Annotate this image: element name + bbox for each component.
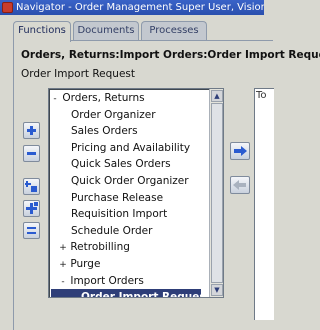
tab-processes[interactable]: Processes <box>141 21 207 41</box>
window-title: Navigator - Order Management Super User,… <box>16 2 264 13</box>
tree-collapse-icon[interactable]: - <box>59 274 67 291</box>
tree-node[interactable]: + Retrobilling <box>49 239 209 256</box>
tree-node-label: Sales Orders <box>71 125 138 138</box>
tree-node[interactable]: Order Organizer <box>49 107 209 124</box>
tree-collapse-icon[interactable]: - <box>51 91 59 108</box>
breadcrumb: Orders, Returns:Import Orders:Order Impo… <box>21 49 320 61</box>
tree-node[interactable]: Order Import Request <box>51 289 211 297</box>
tree-node[interactable]: - Import Orders <box>49 273 209 290</box>
tree-expand-icon[interactable]: + <box>59 240 67 257</box>
scroll-thumb[interactable] <box>211 103 223 283</box>
tree-node[interactable]: + Purge <box>49 256 209 273</box>
expand-all-button[interactable] <box>23 200 40 217</box>
tree-node-label: Schedule Order <box>71 224 153 237</box>
tab-functions[interactable]: Functions <box>13 21 71 42</box>
tree-node-label: Quick Sales Orders <box>71 158 171 171</box>
tree-node[interactable]: Quick Order Organizer <box>49 173 209 190</box>
tree-node-label: Order Import Request <box>81 291 211 298</box>
collapse-all-button[interactable] <box>23 222 40 239</box>
expand-branch-button[interactable] <box>23 178 40 195</box>
tree-node-label: Purge <box>70 257 101 270</box>
tree-node[interactable]: Purchase Release <box>49 190 209 207</box>
tree-node-label: Retrobilling <box>70 241 130 254</box>
top-ten-list[interactable] <box>254 88 274 320</box>
tree-node-label: Purchase Release <box>71 191 164 204</box>
add-to-top-ten-button[interactable] <box>230 142 250 160</box>
tree-node[interactable]: Quick Sales Orders <box>49 156 209 173</box>
current-function-heading: Order Import Request <box>21 68 136 80</box>
top-ten-label: To <box>256 90 267 101</box>
remove-from-top-ten-button[interactable] <box>230 176 250 194</box>
add-to-list-icon <box>234 146 247 156</box>
oracle-app-icon <box>2 2 13 13</box>
collapse-all-icon <box>27 227 36 234</box>
tree-node[interactable]: - Orders, Returns <box>49 90 209 107</box>
remove-from-list-icon <box>233 180 246 190</box>
tab-documents[interactable]: Documents <box>73 21 139 41</box>
tree-vertical-scrollbar[interactable]: ▲ ▼ <box>209 89 223 297</box>
tree-node-label: Order Organizer <box>71 108 156 121</box>
tree-node[interactable]: Sales Orders <box>49 123 209 140</box>
scroll-up-arrow[interactable]: ▲ <box>211 90 223 102</box>
expand-button[interactable] <box>23 122 40 139</box>
tree-node-label: Orders, Returns <box>62 92 145 104</box>
function-tree[interactable]: - Orders, Returns Order Organizer Sales Or… <box>48 88 224 298</box>
expand-icon <box>27 126 36 135</box>
tree-node-label: Requisition Import <box>71 208 168 221</box>
collapse-button[interactable] <box>23 145 40 162</box>
tree-node[interactable]: Pricing and Availability <box>49 140 209 157</box>
collapse-icon <box>27 152 36 155</box>
tree-node-label: Import Orders <box>70 274 144 287</box>
tree-node[interactable]: Schedule Order <box>49 223 209 240</box>
expand-all-icon <box>26 202 38 214</box>
window-title-bar: Navigator - Order Management Super User,… <box>0 0 264 15</box>
tree-node-label: Quick Order Organizer <box>71 174 189 187</box>
tree-node[interactable]: Requisition Import <box>49 206 209 223</box>
expand-branch-icon <box>25 181 37 192</box>
scroll-down-arrow[interactable]: ▼ <box>211 284 223 296</box>
tree-node-label: Pricing and Availability <box>71 141 191 154</box>
tree-expand-icon[interactable]: + <box>59 257 67 274</box>
